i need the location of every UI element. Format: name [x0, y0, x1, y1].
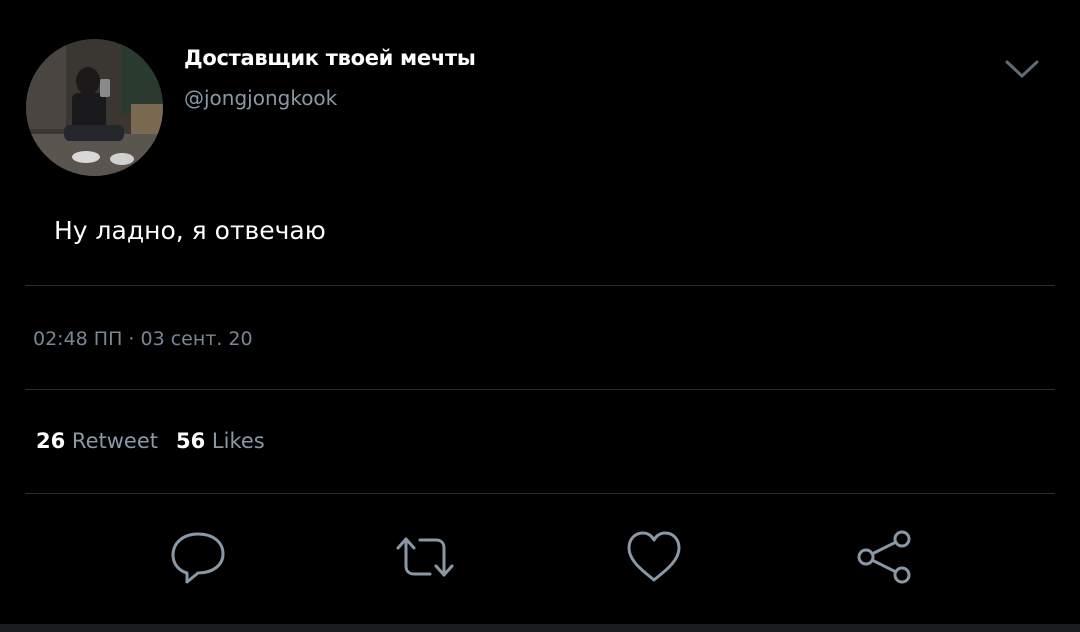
divider — [25, 493, 1055, 494]
likes-stat[interactable]: 56 Likes — [176, 429, 265, 453]
likes-count: 56 — [175, 429, 206, 453]
divider — [25, 285, 1055, 286]
retweet-icon[interactable] — [394, 526, 456, 588]
reply-icon[interactable] — [167, 526, 229, 588]
retweet-stat[interactable]: 26 Retweet — [36, 429, 158, 453]
like-icon[interactable] — [623, 526, 685, 588]
author-display-name[interactable]: Доставщик твоей мечты — [184, 46, 476, 70]
tweet-stats: 26 Retweet 56 Likes — [36, 429, 265, 453]
likes-label: Likes — [211, 429, 265, 453]
author-handle[interactable]: @jongjongkook — [184, 86, 337, 110]
tweet-text: Ну ладно, я отвечаю — [54, 216, 326, 245]
chevron-down-icon[interactable] — [1003, 56, 1041, 82]
bottom-divider — [0, 624, 1080, 632]
retweet-count: 26 — [36, 429, 66, 453]
avatar[interactable] — [26, 39, 163, 176]
share-icon[interactable] — [853, 526, 915, 588]
divider — [25, 389, 1055, 390]
tweet-timestamp: 02:48 ПП · 03 сент. 20 — [33, 328, 253, 350]
tweet-detail: Доставщик твоей мечты @jongjongkook Ну л… — [0, 0, 1080, 632]
retweet-label: Retweet — [71, 429, 158, 453]
